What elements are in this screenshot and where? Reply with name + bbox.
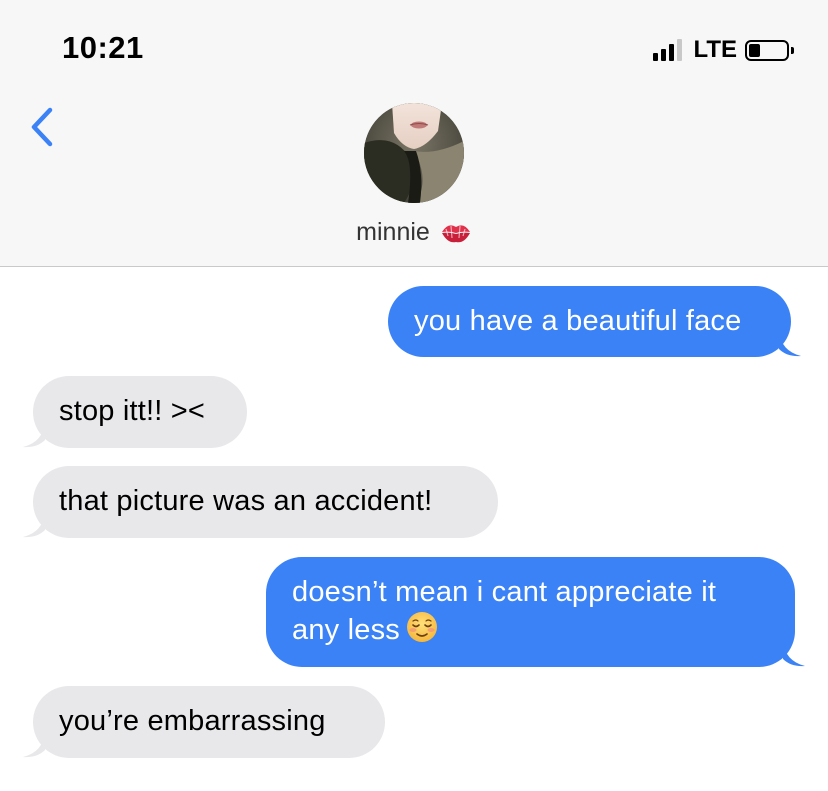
message-text: you’re embarrassing [59, 705, 326, 737]
conversation-header: 10:21 LTE minnie [0, 0, 828, 267]
signal-strength-icon [653, 39, 685, 61]
avatar-photo [364, 103, 464, 203]
bubble-tail [23, 422, 45, 448]
message-bubble-sent[interactable]: doesn’t mean i cant appreciate it any le… [266, 557, 805, 667]
bubble-tail [779, 331, 801, 357]
message-bubble-received[interactable]: you’re embarrassing [23, 686, 385, 758]
kiss-mark-icon [441, 225, 470, 243]
battery-tip [791, 46, 794, 54]
message-text-line1: doesn’t mean i cant appreciate it [292, 576, 717, 608]
status-time: 10:21 [62, 30, 144, 65]
battery-icon [745, 39, 789, 61]
bubble-tail [23, 732, 45, 758]
bubble-tail [23, 512, 45, 538]
status-indicators: LTE [653, 36, 794, 64]
back-button[interactable] [24, 104, 64, 150]
contact-avatar[interactable] [364, 103, 464, 203]
message-text-line2: any less [292, 614, 400, 646]
message-bubble-received[interactable]: stop itt!! >< [23, 376, 247, 448]
network-type: LTE [693, 36, 737, 63]
relieved-face-icon [407, 612, 437, 642]
message-text: stop itt!! >< [59, 395, 206, 427]
message-text: you have a beautiful face [414, 305, 742, 337]
message-bubble-received[interactable]: that picture was an accident! [23, 466, 498, 538]
message-text: that picture was an accident! [59, 485, 433, 517]
message-bubble-sent[interactable]: you have a beautiful face [388, 286, 801, 357]
bubble-tail [783, 641, 805, 667]
chevron-left-icon [31, 107, 53, 147]
message-thread: you have a beautiful face stop itt!! >< … [0, 268, 828, 791]
contact-name-row[interactable]: minnie [0, 218, 828, 247]
contact-name: minnie [356, 218, 430, 246]
